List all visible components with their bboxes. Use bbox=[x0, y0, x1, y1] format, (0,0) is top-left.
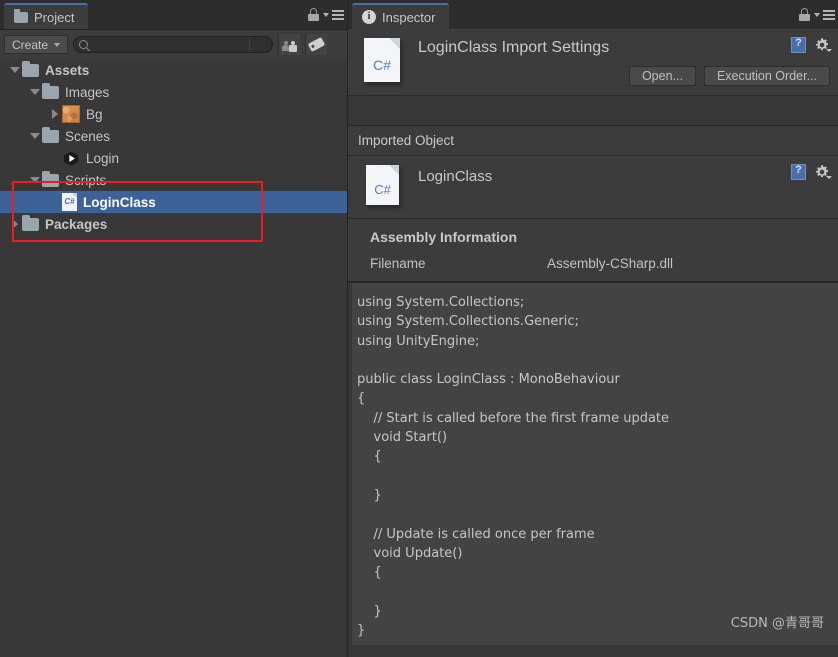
assembly-filename-key: Filename bbox=[370, 256, 426, 271]
tree-item-label: LoginClass bbox=[83, 194, 156, 210]
tree-item-scripts[interactable]: Scripts bbox=[0, 169, 347, 191]
tree-item-label: Images bbox=[65, 84, 110, 100]
assembly-filename-row: Filename Assembly-CSharp.dll bbox=[348, 256, 838, 271]
csharp-icon-label: C# bbox=[374, 182, 391, 197]
csharp-file-icon: C# bbox=[364, 38, 400, 82]
help-book-icon[interactable] bbox=[791, 164, 806, 180]
tree-item-label: Assets bbox=[45, 62, 90, 78]
twisty-down-icon[interactable] bbox=[8, 59, 22, 81]
tab-project[interactable]: Project bbox=[4, 3, 89, 29]
tree-item-label: Scripts bbox=[65, 172, 107, 188]
tree-item-images[interactable]: Images bbox=[0, 81, 347, 103]
tree-item-assets[interactable]: Assets bbox=[0, 59, 347, 81]
project-toolbar: Create bbox=[0, 30, 347, 60]
tab-project-label: Project bbox=[34, 9, 75, 25]
import-settings-header: C# LoginClass Import Settings Open... bbox=[348, 29, 838, 96]
label-tag-icon bbox=[307, 37, 326, 52]
import-header-actions bbox=[791, 37, 832, 53]
imported-object-actions bbox=[791, 164, 832, 180]
assembly-information-title: Assembly Information bbox=[370, 229, 518, 245]
tree-item-packages[interactable]: Packages bbox=[0, 213, 347, 235]
folder-icon bbox=[22, 214, 39, 231]
twisty-right-icon[interactable] bbox=[48, 103, 62, 125]
watermark: CSDN @青哥哥 bbox=[730, 616, 824, 631]
project-tabbar: Project bbox=[0, 0, 347, 30]
gear-icon[interactable] bbox=[814, 164, 832, 180]
csharp-file-icon: C# bbox=[62, 193, 77, 211]
twisty-right-icon[interactable] bbox=[8, 213, 22, 235]
twisty-down-icon[interactable] bbox=[28, 125, 42, 147]
tree-item-loginclass[interactable]: C# LoginClass bbox=[0, 191, 347, 213]
favorites-filter-button[interactable] bbox=[278, 34, 301, 55]
hamburger-menu-icon[interactable] bbox=[814, 8, 835, 21]
people-icon bbox=[282, 38, 298, 52]
imported-object-header: Imported Object bbox=[348, 125, 838, 156]
assembly-filename-value: Assembly-CSharp.dll bbox=[547, 256, 674, 271]
csharp-file-icon: C# bbox=[366, 165, 399, 205]
imported-object-name: LoginClass bbox=[418, 168, 493, 185]
label-filter-button[interactable] bbox=[305, 34, 328, 55]
execution-order-button[interactable]: Execution Order... bbox=[703, 66, 830, 86]
search-input[interactable] bbox=[92, 37, 273, 52]
inspector-tabbar-actions bbox=[799, 0, 835, 29]
gear-icon[interactable] bbox=[814, 37, 832, 53]
imported-object-row: C# LoginClass bbox=[348, 156, 838, 219]
code-preview-text: using System.Collections; using System.C… bbox=[357, 295, 670, 639]
twisty-down-icon[interactable] bbox=[28, 169, 42, 191]
imported-object-label: Imported Object bbox=[358, 133, 455, 148]
import-header-buttons: Open... Execution Order... bbox=[628, 66, 830, 86]
inspector-tabbar: i Inspector bbox=[348, 0, 838, 30]
tree-item-label: Bg bbox=[86, 106, 103, 122]
folder-icon bbox=[42, 170, 59, 187]
unity-editor-window: Project Create Assets Images Bg Scenes L… bbox=[0, 0, 838, 657]
tree-item-login-scene[interactable]: Login bbox=[0, 147, 347, 169]
code-preview-area[interactable]: using System.Collections; using System.C… bbox=[348, 281, 838, 645]
page-title: LoginClass Import Settings bbox=[418, 39, 610, 56]
texture-icon bbox=[62, 105, 80, 123]
tree-item-label: Login bbox=[86, 150, 120, 166]
assembly-information-block: Assembly Information Filename Assembly-C… bbox=[348, 219, 838, 281]
twisty-down-icon[interactable] bbox=[28, 81, 42, 103]
tree-item-scenes[interactable]: Scenes bbox=[0, 125, 347, 147]
folder-icon bbox=[42, 126, 59, 143]
inspector-panel: i Inspector C# LoginClass Import Setting… bbox=[348, 0, 838, 657]
lock-icon[interactable] bbox=[308, 8, 319, 21]
spacer bbox=[348, 96, 838, 125]
hamburger-menu-icon[interactable] bbox=[323, 8, 344, 21]
project-tabbar-actions bbox=[308, 0, 344, 29]
unity-logo-glyph bbox=[64, 151, 78, 166]
search-field[interactable] bbox=[73, 36, 274, 53]
unity-scene-icon bbox=[62, 150, 80, 167]
lock-icon[interactable] bbox=[799, 8, 810, 21]
tab-inspector[interactable]: i Inspector bbox=[352, 3, 450, 29]
folder-icon bbox=[14, 9, 28, 23]
csharp-icon-label: C# bbox=[373, 57, 391, 73]
chevron-down-icon bbox=[54, 42, 61, 47]
tree-item-label: Scenes bbox=[65, 128, 111, 144]
help-book-icon[interactable] bbox=[791, 37, 806, 53]
create-button[interactable]: Create bbox=[4, 35, 69, 54]
folder-icon bbox=[22, 60, 39, 77]
inspector-content: C# LoginClass Import Settings Open... bbox=[348, 29, 838, 657]
folder-icon bbox=[42, 82, 59, 99]
tree-item-bg[interactable]: Bg bbox=[0, 103, 347, 125]
open-button[interactable]: Open... bbox=[628, 66, 696, 86]
create-button-label: Create bbox=[12, 37, 49, 52]
project-tree[interactable]: Assets Images Bg Scenes Login Scripts C#… bbox=[0, 59, 347, 657]
info-icon: i bbox=[362, 10, 376, 24]
project-panel: Project Create Assets Images Bg Scenes L… bbox=[0, 0, 348, 657]
search-icon bbox=[79, 40, 89, 49]
tab-inspector-label: Inspector bbox=[382, 9, 436, 25]
tree-item-label: Packages bbox=[45, 216, 108, 232]
